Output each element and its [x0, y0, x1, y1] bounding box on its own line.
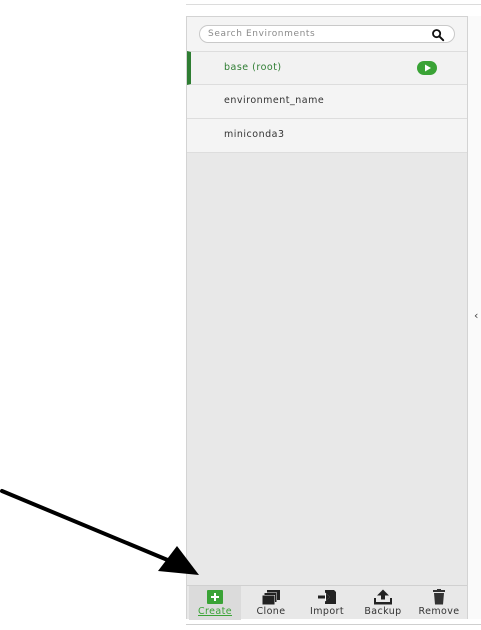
env-item-label: miniconda3	[224, 129, 285, 140]
search-area	[187, 17, 467, 51]
environments-panel: base (root) environment_name miniconda3 …	[186, 16, 468, 620]
import-label: Import	[310, 606, 344, 617]
create-label: Create	[198, 606, 232, 617]
environment-toolbar: Create Clone Import Backup Remove	[187, 585, 467, 620]
backup-button[interactable]: Backup	[357, 586, 409, 620]
env-item-miniconda3[interactable]: miniconda3	[187, 119, 467, 153]
play-icon[interactable]	[417, 61, 437, 75]
env-item-label: environment_name	[224, 95, 325, 106]
import-arrow-icon	[318, 590, 336, 604]
environment-list: base (root) environment_name miniconda3	[187, 51, 467, 153]
top-divider	[186, 4, 481, 5]
search-box[interactable]	[199, 25, 455, 43]
env-item-label: base (root)	[224, 62, 282, 73]
chevron-left-icon[interactable]: ‹	[474, 309, 478, 322]
bottom-divider	[186, 624, 481, 625]
plus-square-icon	[207, 590, 223, 604]
create-button[interactable]: Create	[189, 586, 241, 620]
env-item-environment-name[interactable]: environment_name	[187, 85, 467, 119]
trash-icon	[433, 589, 445, 605]
env-item-base-root[interactable]: base (root)	[187, 51, 467, 85]
clone-label: Clone	[256, 606, 286, 617]
upload-tray-icon	[374, 589, 392, 605]
clone-button[interactable]: Clone	[245, 586, 297, 620]
search-icon[interactable]	[431, 28, 445, 42]
search-input[interactable]	[208, 27, 428, 41]
remove-button[interactable]: Remove	[413, 586, 465, 620]
backup-label: Backup	[364, 606, 402, 617]
remove-label: Remove	[418, 606, 460, 617]
import-button[interactable]: Import	[301, 586, 353, 620]
stacked-windows-icon	[262, 590, 280, 605]
